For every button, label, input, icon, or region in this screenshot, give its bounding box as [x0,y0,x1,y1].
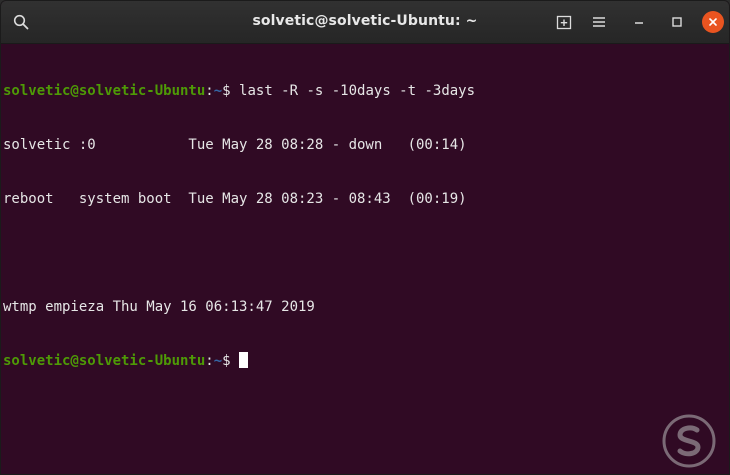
maximize-button[interactable] [665,10,689,34]
close-icon [709,18,717,26]
prompt-dir: ~ [213,83,223,99]
title-bar[interactable]: solvetic@solvetic-Ubuntu: ~ [1,1,729,44]
output-line: wtmp empieza Thu May 16 06:13:47 2019 [3,299,315,315]
prompt-dir: ~ [213,353,223,369]
prompt-symbol: $ [222,353,240,369]
maximize-icon [672,17,682,27]
output-line: solvetic :0 Tue May 28 08:28 - down (00:… [3,137,467,153]
new-tab-button[interactable] [552,10,576,34]
command-text: last -R -s -10days -t -3days [239,83,476,99]
prompt-user: solvetic@solvetic-Ubuntu [3,83,206,99]
prompt-colon: : [205,353,214,369]
new-tab-icon [556,15,572,30]
command-line: solvetic@solvetic-Ubuntu:~$ last -R -s -… [3,82,719,100]
prompt-user: solvetic@solvetic-Ubuntu [3,353,206,369]
solvetic-logo-icon [662,414,716,468]
terminal-output-area[interactable]: solvetic@solvetic-Ubuntu:~$ last -R -s -… [1,44,719,474]
close-button[interactable] [702,11,724,33]
active-prompt-line[interactable]: solvetic@solvetic-Ubuntu:~$ [3,352,719,370]
output-line: reboot system boot Tue May 28 08:23 - 08… [3,191,467,207]
scrollbar[interactable] [719,44,729,474]
hamburger-menu-icon [593,17,605,27]
prompt-symbol: $ [222,83,240,99]
window-title: solvetic@solvetic-Ubuntu: ~ [252,13,478,29]
menu-button[interactable] [587,10,611,34]
prompt-colon: : [205,83,214,99]
text-cursor [239,352,249,368]
minimize-button[interactable] [627,10,651,34]
search-button[interactable] [9,10,33,34]
terminal-window: solvetic@solvetic-Ubuntu: ~ solvetic@sol… [0,0,730,475]
search-icon [13,14,29,30]
minimize-icon [635,22,643,24]
